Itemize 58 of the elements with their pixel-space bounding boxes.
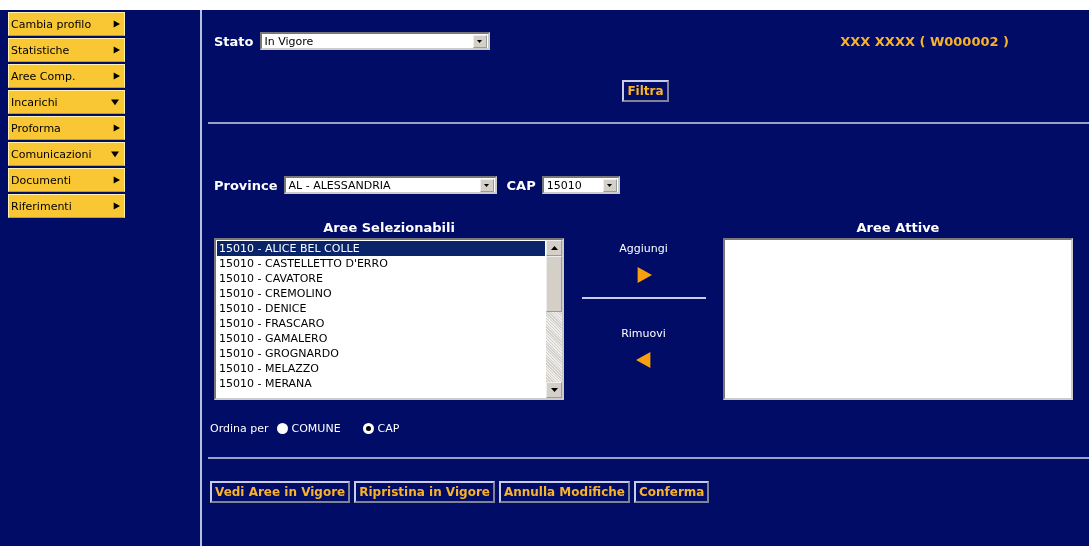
- list-option[interactable]: 15010 - CREMOLINO: [217, 286, 545, 301]
- menu-item[interactable]: Cambia profilo: [8, 12, 125, 36]
- menu-item[interactable]: Aree Comp.: [8, 64, 125, 88]
- action-button[interactable]: Annulla Modifiche: [498, 481, 630, 503]
- caret-right-icon: [113, 123, 120, 133]
- menu-item[interactable]: Comunicazioni: [8, 142, 125, 166]
- list-option[interactable]: 15010 - CASTELLETTO D'ERRO: [217, 256, 545, 271]
- list-option[interactable]: 15010 - FRASCARO: [217, 316, 545, 331]
- action-button[interactable]: Vedi Aree in Vigore: [210, 481, 351, 503]
- dropdown-value: AL - ALESSANDRIA: [288, 178, 391, 192]
- field-label: Province: [214, 177, 278, 193]
- radio-button[interactable]: [276, 423, 288, 434]
- menu-item[interactable]: Documenti: [8, 168, 125, 192]
- add-label: Aggiungi: [619, 242, 668, 255]
- arrow-left-icon[interactable]: [635, 352, 652, 368]
- scroll-up-button[interactable]: [546, 240, 562, 256]
- arrow-right-icon[interactable]: [635, 267, 652, 283]
- scroll-down-button[interactable]: [546, 382, 562, 398]
- menu-item[interactable]: Incarichi: [8, 90, 125, 114]
- list-heading: Aree Attive: [856, 220, 940, 235]
- radio-label: COMUNE: [291, 422, 341, 435]
- caret-right-icon: [113, 71, 120, 81]
- menu-item[interactable]: Proforma: [8, 116, 125, 140]
- scrollbar[interactable]: [546, 240, 562, 398]
- dropdown-value: In Vigore: [264, 34, 314, 48]
- list-option[interactable]: 15010 - CAVATORE: [217, 271, 545, 286]
- list-option[interactable]: 15010 - GROGNARDO: [217, 346, 545, 361]
- cap-dropdown[interactable]: 15010: [541, 176, 620, 194]
- radio-button[interactable]: [362, 423, 374, 434]
- action-button[interactable]: Conferma: [633, 481, 710, 503]
- province-dropdown[interactable]: AL - ALESSANDRIA: [283, 176, 497, 194]
- list-option[interactable]: 15010 - DENICE: [217, 301, 545, 316]
- list-option[interactable]: 15010 - ALICE BEL COLLE: [217, 241, 545, 256]
- field-label: CAP: [506, 177, 536, 193]
- filter-button[interactable]: Filtra: [622, 80, 669, 102]
- list-heading: Aree Selezionabili: [323, 220, 455, 235]
- action-button[interactable]: Ripristina in Vigore: [354, 481, 495, 503]
- caret-up-icon: [550, 246, 558, 250]
- caret-right-icon: [113, 201, 120, 211]
- field-label: Stato: [214, 33, 254, 49]
- list-option[interactable]: 15010 - MERANA: [217, 376, 545, 391]
- status-dropdown[interactable]: In Vigore: [259, 32, 490, 50]
- user-name: XXX XXXX ( W000002 ): [840, 33, 1009, 49]
- menu-item[interactable]: Statistiche: [8, 38, 125, 62]
- available-areas-list[interactable]: 15010 - ALICE BEL COLLE 15010 - CASTELLETTO D'ERRO 15010 - CAVATORE 15010 - CREMOLINO 15010 - DENICE 15010 - FRASCARO 15010 - GAMALERO 15010 - GROGNARDO 15010 - MELAZZO 15010 - MERANA: [214, 238, 564, 400]
- radio-label: CAP: [377, 422, 400, 435]
- list-option[interactable]: 15010 - GAMALERO: [217, 331, 545, 346]
- caret-right-icon: [113, 45, 120, 55]
- sort-label: Ordina per: [210, 422, 269, 435]
- list-option[interactable]: 15010 - MELAZZO: [217, 361, 545, 376]
- caret-right-icon: [113, 175, 120, 185]
- dropdown-value: 15010: [546, 178, 582, 192]
- caret-down-icon: [110, 150, 120, 158]
- remove-label: Rimuovi: [621, 327, 666, 340]
- caret-down-icon: [550, 388, 558, 392]
- caret-right-icon: [113, 19, 120, 29]
- menu-item[interactable]: Riferimenti: [8, 194, 125, 218]
- caret-down-icon: [110, 98, 120, 106]
